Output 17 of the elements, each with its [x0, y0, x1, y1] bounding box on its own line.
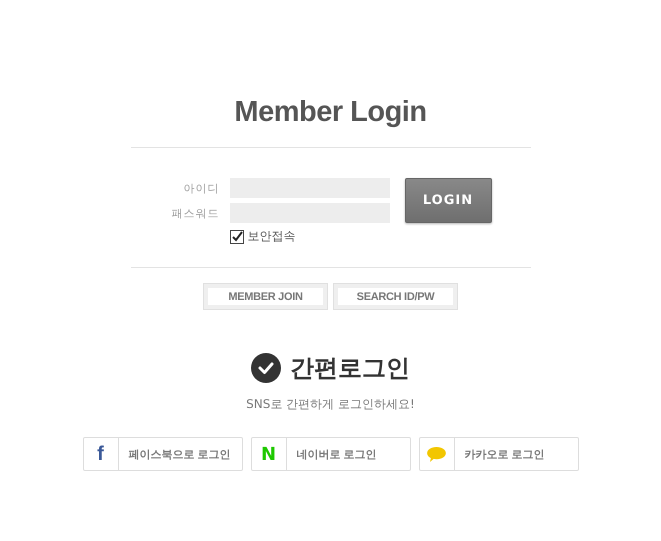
speech-bubble-icon [427, 446, 446, 462]
social-login-button[interactable]: f 페이스북으로 로그인 [82, 437, 242, 471]
subtitle: SNS로 간편하게 로그인하세요! [246, 396, 415, 413]
login-button[interactable]: LOGIN [404, 178, 492, 223]
field-label: 아이디 [182, 180, 220, 196]
field-label: 패스워드 [170, 206, 220, 220]
page-title: Member Login [234, 96, 427, 130]
facebook-icon: f [97, 442, 104, 466]
checkbox[interactable] [230, 230, 244, 244]
checkbox-label: 보안접속 [248, 228, 296, 245]
section-title: 간편로그인 [290, 353, 410, 384]
link-button[interactable]: SEARCH ID/PW [333, 283, 458, 310]
naver-icon: N [260, 444, 276, 464]
link-button[interactable]: MEMBER JOIN [203, 283, 328, 310]
social-login-button[interactable]: N 네이버로 로그인 [250, 437, 410, 471]
social-login-button[interactable]: 카카오로 로그인 [418, 437, 578, 471]
check-circle-icon [251, 353, 281, 383]
